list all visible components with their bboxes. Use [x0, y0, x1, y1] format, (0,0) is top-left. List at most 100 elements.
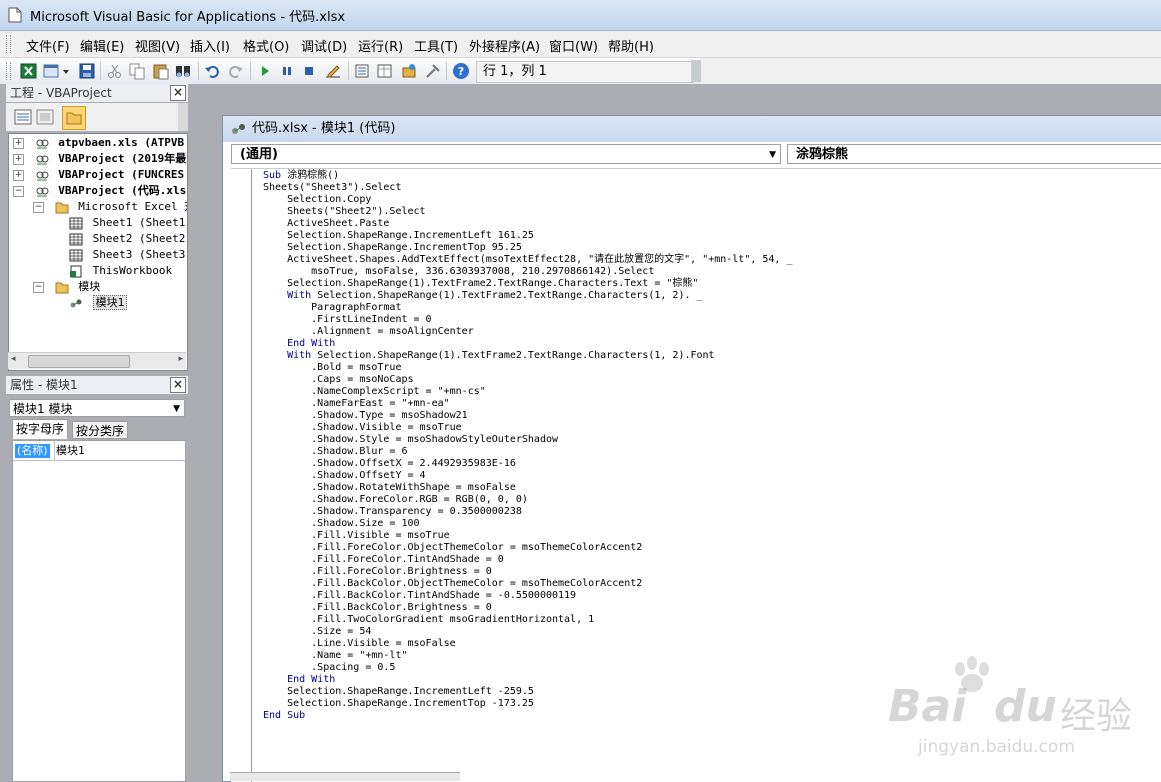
help-icon[interactable]: ?	[452, 62, 470, 80]
code-line[interactable]: End Sub	[263, 710, 305, 722]
code-line[interactable]: Selection.ShapeRange.IncrementTop 95.25	[263, 242, 522, 254]
object-browser-icon[interactable]	[400, 62, 418, 80]
cut-icon[interactable]	[106, 62, 124, 80]
code-line[interactable]: .NameComplexScript = "+mn-cs"	[263, 386, 486, 398]
view-code-icon[interactable]	[14, 109, 32, 125]
code-line[interactable]: .NameFarEast = "+mn-ea"	[263, 398, 449, 410]
tree-item-excel-objects[interactable]: − Microsoft Excel 对象	[33, 199, 187, 215]
code-line[interactable]: With Selection.ShapeRange(1).TextFrame2.…	[263, 350, 714, 362]
tree-item-sheet2[interactable]: Sheet2 (Sheet2)	[69, 231, 187, 247]
code-editor[interactable]: Sub 涂鸦棕熊() Sheets("Sheet3").Select Select…	[231, 168, 1161, 782]
code-line[interactable]: .Fill.ForeColor.Brightness = 0	[263, 566, 492, 578]
code-line[interactable]: msoTrue, msoFalse, 336.6303937008, 210.2…	[263, 266, 654, 278]
menu-help[interactable]: 帮助(H)	[608, 36, 654, 55]
code-line[interactable]: .Shadow.OffsetY = 4	[263, 470, 425, 482]
toolbar-grip[interactable]	[6, 62, 11, 80]
code-line[interactable]: Sheets("Sheet2").Select	[263, 206, 425, 218]
undo-icon[interactable]	[204, 62, 222, 80]
tree-item-vbaproject-code[interactable]: − VBAProject (代码.xls	[13, 183, 186, 199]
code-line[interactable]: .Bold = msoTrue	[263, 362, 401, 374]
expand-icon[interactable]: +	[13, 169, 24, 181]
menu-addins[interactable]: 外接程序(A)	[469, 36, 540, 55]
copy-icon[interactable]	[128, 62, 146, 80]
view-excel-icon[interactable]	[20, 62, 38, 80]
code-line[interactable]: .Fill.BackColor.TintAndShade = -0.550000…	[263, 590, 576, 602]
code-line[interactable]: .Line.Visible = msoFalse	[263, 638, 456, 650]
project-tree-hscroll[interactable]: ◂ ▸	[8, 352, 186, 369]
properties-window-icon[interactable]	[376, 62, 394, 80]
menu-run[interactable]: 运行(R)	[358, 36, 403, 55]
code-line[interactable]: .Name = "+mn-lt"	[263, 650, 407, 662]
tree-item-atpvbaen[interactable]: + atpvbaen.xls (ATPVB	[13, 135, 184, 151]
break-icon[interactable]	[278, 62, 296, 80]
expand-icon[interactable]: +	[13, 153, 24, 165]
object-select[interactable]: 模块1 模块 ▼	[9, 399, 185, 417]
code-line[interactable]: Selection.ShapeRange.IncrementLeft 161.2…	[263, 230, 534, 242]
menubar-grip[interactable]	[6, 35, 11, 53]
code-line[interactable]: Sub 涂鸦棕熊()	[263, 170, 339, 182]
toggle-folders-button[interactable]	[62, 106, 86, 130]
menu-debug[interactable]: 调试(D)	[301, 36, 347, 55]
code-line[interactable]: .Shadow.Transparency = 0.3500000238	[263, 506, 522, 518]
object-combo[interactable]: (通用) ▼	[231, 144, 781, 164]
code-line[interactable]: .Fill.Visible = msoTrue	[263, 530, 449, 542]
redo-icon[interactable]	[226, 62, 244, 80]
scroll-right-icon[interactable]: ▸	[178, 354, 183, 364]
reset-icon[interactable]	[300, 62, 318, 80]
panel-toolbar-overflow[interactable]	[178, 103, 188, 131]
code-line[interactable]: .Shadow.Size = 100	[263, 518, 419, 530]
code-margin[interactable]	[231, 169, 252, 782]
code-line[interactable]: .FirstLineIndent = 0	[263, 314, 431, 326]
tab-alphabetic[interactable]: 按字母序	[12, 419, 69, 439]
tree-item-modules-folder[interactable]: − 模块	[33, 279, 100, 295]
collapse-icon[interactable]: −	[33, 201, 44, 213]
find-icon[interactable]	[174, 62, 192, 80]
toolbox-icon[interactable]	[424, 62, 442, 80]
scroll-thumb[interactable]	[28, 355, 130, 368]
code-line[interactable]: .Fill.BackColor.Brightness = 0	[263, 602, 492, 614]
code-line[interactable]: ParagraphFormat	[263, 302, 401, 314]
code-line[interactable]: With Selection.ShapeRange(1).TextFrame2.…	[263, 290, 702, 302]
chevron-down-icon[interactable]: ▼	[173, 400, 180, 418]
code-line[interactable]: .Shadow.RotateWithShape = msoFalse	[263, 482, 516, 494]
save-icon[interactable]	[78, 62, 96, 80]
dropdown-arrow-icon[interactable]	[62, 62, 70, 80]
code-line[interactable]: .Caps = msoNoCaps	[263, 374, 413, 386]
paste-icon[interactable]	[152, 62, 170, 80]
menu-edit[interactable]: 编辑(E)	[80, 36, 124, 55]
insert-userform-icon[interactable]	[42, 62, 60, 80]
design-mode-icon[interactable]	[324, 62, 342, 80]
chevron-down-icon[interactable]: ▼	[769, 145, 776, 165]
menu-insert[interactable]: 插入(I)	[190, 36, 230, 55]
tree-item-sheet3[interactable]: Sheet3 (Sheet3)	[69, 247, 187, 263]
menu-file[interactable]: 文件(F)	[26, 36, 70, 55]
close-icon[interactable]: ×	[170, 377, 186, 393]
run-icon[interactable]	[256, 62, 274, 80]
code-line[interactable]: Selection.ShapeRange.IncrementTop -173.2…	[263, 698, 534, 710]
code-line[interactable]: ActiveSheet.Shapes.AddTextEffect(msoText…	[263, 254, 792, 266]
code-line[interactable]: Selection.ShapeRange.IncrementLeft -259.…	[263, 686, 534, 698]
code-line[interactable]: .Shadow.Blur = 6	[263, 446, 407, 458]
project-explorer-icon[interactable]	[354, 62, 372, 80]
code-line[interactable]: .Fill.ForeColor.TintAndShade = 0	[263, 554, 504, 566]
code-line[interactable]: Selection.Copy	[263, 194, 371, 206]
scroll-left-icon[interactable]: ◂	[11, 354, 16, 364]
code-line[interactable]: .Fill.ForeColor.ObjectThemeColor = msoTh…	[263, 542, 642, 554]
code-line[interactable]: .Shadow.Style = msoShadowStyleOuterShado…	[263, 434, 558, 446]
code-line[interactable]: .Shadow.Visible = msoTrue	[263, 422, 462, 434]
code-line[interactable]: .Shadow.ForeColor.RGB = RGB(0, 0, 0)	[263, 494, 528, 506]
tree-item-sheet1[interactable]: Sheet1 (Sheet1)	[69, 215, 187, 231]
menu-format[interactable]: 格式(O)	[243, 36, 289, 55]
tree-item-vbaproject-funcres[interactable]: + VBAProject (FUNCRES	[13, 167, 184, 183]
property-value[interactable]: 模块1	[56, 444, 85, 458]
close-icon[interactable]: ×	[170, 85, 186, 101]
code-line[interactable]: .Fill.BackColor.ObjectThemeColor = msoTh…	[263, 578, 642, 590]
code-line[interactable]: .Shadow.OffsetX = 2.4492935983E-16	[263, 458, 516, 470]
property-name[interactable]: (名称)	[15, 444, 50, 458]
code-line[interactable]: .Size = 54	[263, 626, 371, 638]
menu-tools[interactable]: 工具(T)	[414, 36, 458, 55]
code-line[interactable]: Selection.ShapeRange(1).TextFrame2.TextR…	[263, 278, 698, 290]
tree-item-thisworkbook[interactable]: ThisWorkbook	[69, 263, 172, 279]
code-line[interactable]: .Shadow.Type = msoShadow21	[263, 410, 468, 422]
procedure-combo[interactable]: 涂鸦棕熊	[787, 144, 1161, 164]
